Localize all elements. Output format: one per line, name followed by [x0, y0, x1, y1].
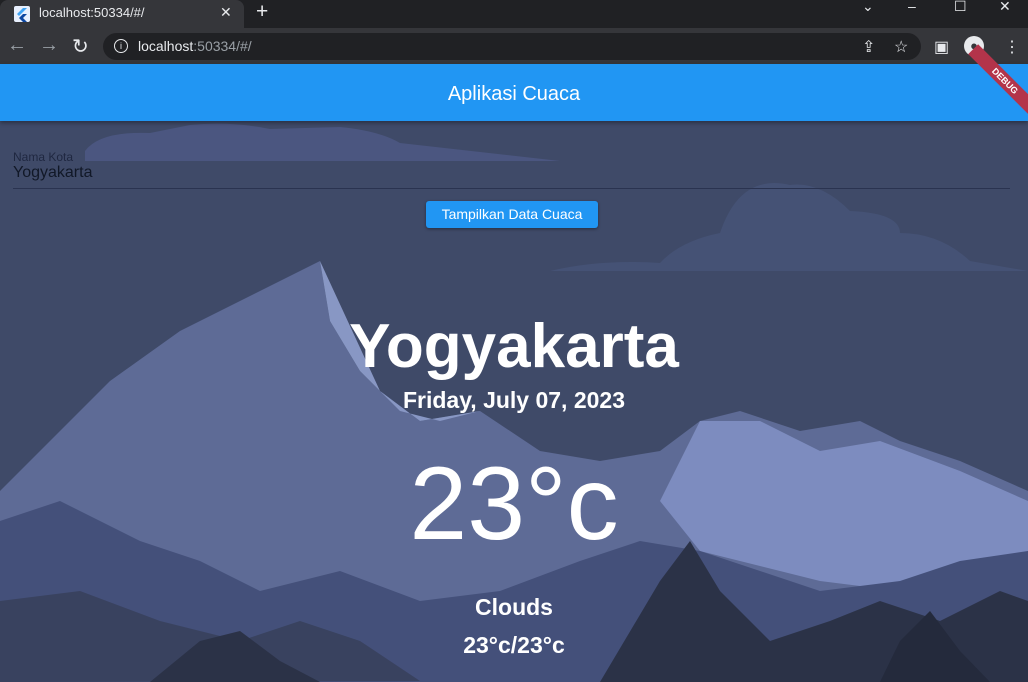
info-icon[interactable]: i [114, 39, 128, 53]
menu-icon[interactable]: ⋮ [1004, 37, 1020, 57]
reload-icon[interactable]: ↻ [72, 34, 89, 59]
browser-tabstrip: localhost:50334/#/ ✕ + ⌄ – ☐ ✕ [0, 0, 1028, 28]
maximize-icon[interactable]: ☐ [954, 0, 967, 15]
sidepanel-icon[interactable]: ▣ [934, 37, 949, 57]
url-text[interactable]: localhost:50334/#/ [138, 38, 252, 54]
tab-search-icon[interactable]: ⌄ [862, 0, 874, 15]
star-icon[interactable]: ☆ [894, 37, 908, 57]
flutter-favicon-icon [14, 6, 30, 22]
forward-icon[interactable]: → [39, 34, 59, 57]
weather-description: Clouds [475, 594, 553, 620]
temperature: 23°c [409, 446, 619, 562]
minimize-icon[interactable]: – [908, 0, 916, 14]
city-input[interactable]: Yogyakarta [13, 164, 92, 182]
new-tab-icon[interactable]: + [256, 0, 268, 24]
close-icon[interactable]: ✕ [220, 4, 232, 21]
browser-tab[interactable]: localhost:50334/#/ ✕ [0, 0, 244, 28]
city-field-label: Nama Kota [13, 150, 74, 164]
window-close-icon[interactable]: ✕ [999, 0, 1011, 15]
weather-page: Nama Kota Yogyakarta Tampilkan Data Cuac… [0, 121, 1028, 682]
app-bar: Aplikasi Cuaca DEBUG [0, 44, 1028, 121]
browser-toolbar: ← → ↻ i localhost:50334/#/ ⇪ ☆ ▣ ● ⋮ [0, 28, 1028, 64]
temperature-range: 23°c/23°c [463, 632, 565, 658]
weather-date: Friday, July 07, 2023 [402, 387, 626, 413]
tab-title: localhost:50334/#/ [39, 5, 145, 20]
app-title: Aplikasi Cuaca [447, 83, 581, 105]
city-input-underline [13, 188, 1010, 189]
back-icon[interactable]: ← [7, 34, 27, 57]
share-icon[interactable]: ⇪ [862, 37, 875, 57]
city-name: Yogyakarta [349, 312, 679, 381]
show-weather-button[interactable]: Tampilkan Data Cuaca [426, 201, 598, 228]
